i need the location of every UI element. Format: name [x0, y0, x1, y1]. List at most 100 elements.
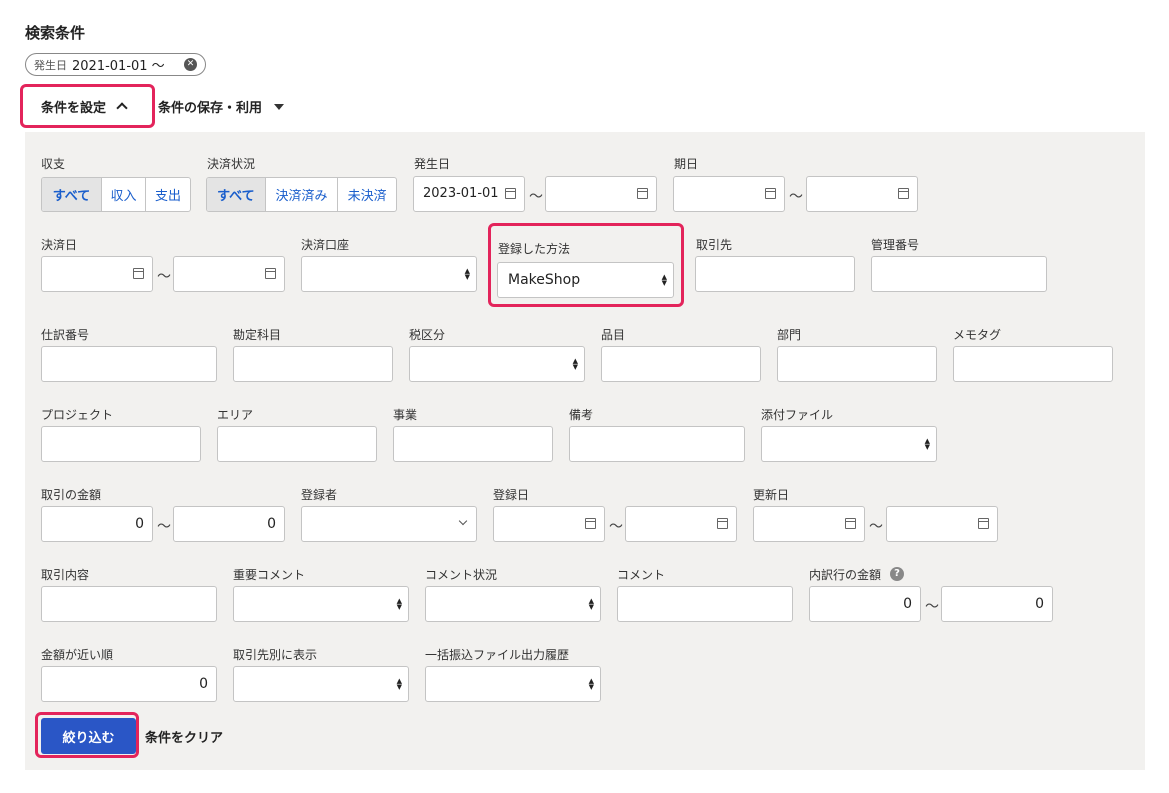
detail-amount-to-input[interactable]: 0 [941, 586, 1053, 622]
date-from-value: 2023-01-01 [423, 186, 499, 201]
income-all-button[interactable]: すべて [42, 178, 102, 211]
calendar-icon [585, 518, 596, 529]
income-out-button[interactable]: 支出 [146, 178, 190, 211]
period-from-input[interactable] [673, 176, 785, 212]
calendar-icon [898, 188, 909, 199]
update-label: 更新日 [753, 488, 790, 502]
filter-button[interactable]: 絞り込む [41, 718, 136, 754]
period-label: 期日 [674, 157, 699, 171]
partner-label: 取引先 [696, 238, 733, 252]
bulk-select[interactable]: ▲ ▼ [425, 666, 601, 702]
detail-amount-label: 内訳行の金額 [809, 568, 882, 582]
item-input[interactable] [601, 346, 761, 382]
comment-input[interactable] [617, 586, 793, 622]
method-label: 登録した方法 [498, 242, 571, 256]
select-arrows-icon: ▲ ▼ [924, 437, 930, 451]
income-in-button[interactable]: 収入 [102, 178, 146, 211]
journal-input[interactable] [41, 346, 217, 382]
status-toggle: すべて 決済済み 未決済 [206, 177, 397, 212]
account-select[interactable]: ▲ ▼ [301, 256, 477, 292]
attach-label: 添付ファイル [761, 408, 834, 422]
amount-to-input[interactable]: 0 [173, 506, 285, 542]
set-conditions-button[interactable]: 条件を設定 [20, 84, 155, 128]
important-select[interactable]: ▲ ▼ [233, 586, 409, 622]
tilde: 〜 [609, 519, 623, 535]
note-label: 備考 [569, 408, 594, 422]
filter-chip-date[interactable]: 発生日 2021-01-01 〜 ✕ [25, 53, 206, 76]
update-from-input[interactable] [753, 506, 865, 542]
status-settled-button[interactable]: 決済済み [266, 178, 339, 211]
dept-label: 部門 [777, 328, 802, 342]
chevron-down-icon [458, 516, 468, 526]
close-icon[interactable]: ✕ [184, 58, 197, 71]
update-to-input[interactable] [886, 506, 998, 542]
note-input[interactable] [569, 426, 745, 462]
calendar-icon [717, 518, 728, 529]
date-from-input[interactable]: 2023-01-01 [413, 176, 525, 212]
tilde: 〜 [529, 189, 543, 205]
memo-label: メモタグ [953, 328, 1002, 342]
tilde: 〜 [789, 189, 803, 205]
settle-date-to-input[interactable] [173, 256, 285, 292]
select-arrows-icon: ▲ ▼ [396, 677, 402, 691]
memo-input[interactable] [953, 346, 1113, 382]
chevron-up-icon [116, 102, 128, 114]
comment-status-select[interactable]: ▲ ▼ [425, 586, 601, 622]
by-partner-select[interactable]: ▲ ▼ [233, 666, 409, 702]
attach-select[interactable]: ▲ ▼ [761, 426, 937, 462]
select-arrows-icon: ▲ ▼ [661, 273, 667, 287]
near-label: 金額が近い順 [41, 648, 114, 662]
save-conditions-label: 条件の保存・利用 [158, 101, 263, 116]
business-input[interactable] [393, 426, 553, 462]
settle-date-from-input[interactable] [41, 256, 153, 292]
project-label: プロジェクト [41, 408, 114, 422]
calendar-icon [133, 268, 144, 279]
period-to-input[interactable] [806, 176, 918, 212]
near-amount-input[interactable]: 0 [41, 666, 217, 702]
income-label: 収支 [41, 157, 66, 171]
status-unsettled-button[interactable]: 未決済 [338, 178, 396, 211]
select-arrows-icon: ▲ ▼ [588, 597, 594, 611]
item-label: 品目 [601, 328, 626, 342]
clear-conditions-button[interactable]: 条件をクリア [145, 727, 223, 746]
content-label: 取引内容 [41, 568, 90, 582]
important-label: 重要コメント [233, 568, 306, 582]
reg-date-from-input[interactable] [493, 506, 605, 542]
calendar-icon [637, 188, 648, 199]
business-label: 事業 [393, 408, 418, 422]
registrant-select[interactable] [301, 506, 477, 542]
area-label: エリア [217, 408, 254, 422]
help-icon[interactable]: ? [890, 567, 904, 581]
by-partner-label: 取引先別に表示 [233, 648, 318, 662]
tax-select[interactable]: ▲ ▼ [409, 346, 585, 382]
area-input[interactable] [217, 426, 377, 462]
settle-date-label: 決済日 [41, 238, 78, 252]
caret-down-icon [274, 103, 285, 110]
status-all-button[interactable]: すべて [207, 178, 266, 211]
select-arrows-icon: ▲ ▼ [572, 357, 578, 371]
reg-date-to-input[interactable] [625, 506, 737, 542]
amount-from-input[interactable]: 0 [41, 506, 153, 542]
partner-input[interactable] [695, 256, 855, 292]
set-conditions-label: 条件を設定 [41, 100, 107, 116]
tilde: 〜 [157, 519, 171, 535]
project-input[interactable] [41, 426, 201, 462]
date-to-input[interactable] [545, 176, 657, 212]
mgmt-input[interactable] [871, 256, 1047, 292]
account-label: 決済口座 [301, 238, 350, 252]
content-input[interactable] [41, 586, 217, 622]
dept-input[interactable] [777, 346, 937, 382]
chip-label: 発生日 [34, 58, 67, 72]
reg-date-label: 登録日 [493, 488, 530, 502]
select-arrows-icon: ▲ ▼ [396, 597, 402, 611]
method-value: MakeShop [508, 272, 581, 288]
comment-label: コメント [617, 568, 666, 582]
journal-label: 仕訳番号 [41, 328, 90, 342]
save-conditions-dropdown[interactable]: 条件の保存・利用 [158, 97, 285, 116]
account-item-label: 勘定科目 [233, 328, 282, 342]
mgmt-label: 管理番号 [871, 238, 920, 252]
method-select[interactable]: MakeShop ▲ ▼ [497, 262, 674, 298]
account-item-input[interactable] [233, 346, 393, 382]
registrant-label: 登録者 [301, 488, 338, 502]
detail-amount-from-input[interactable]: 0 [809, 586, 921, 622]
